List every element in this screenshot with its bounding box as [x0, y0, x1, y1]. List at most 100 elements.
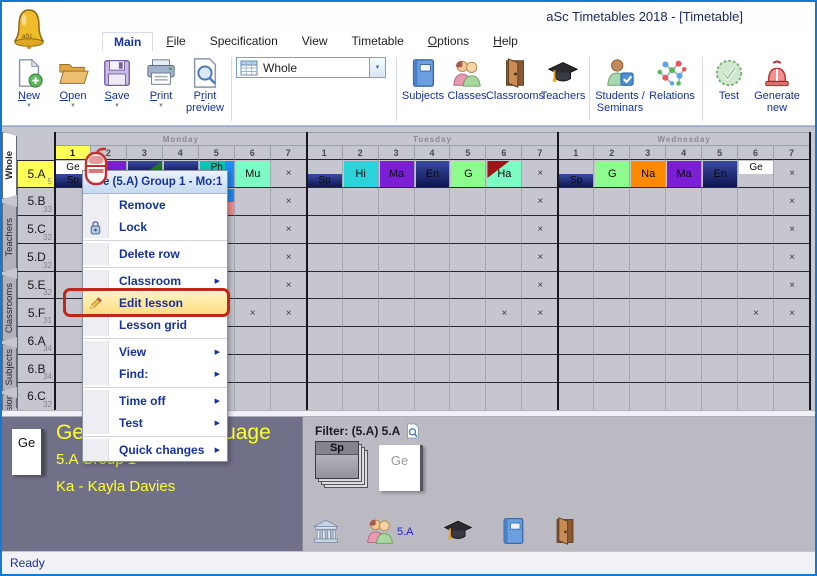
timetable-cell[interactable] — [630, 272, 666, 300]
lesson-card-g[interactable]: G — [451, 161, 485, 187]
row-label-6-a[interactable]: 6.A34 — [17, 327, 55, 355]
menu-item-main[interactable]: Main — [102, 32, 153, 51]
timetable-cell[interactable] — [379, 244, 415, 272]
timetable-cell[interactable] — [594, 244, 630, 272]
period-header-tuesday-2[interactable]: 2 — [343, 146, 379, 160]
lesson-card-ha[interactable]: Ha — [487, 161, 521, 187]
timetable-cell[interactable] — [235, 244, 271, 272]
toolbar-button-classrooms[interactable]: Classrooms — [489, 54, 541, 102]
timetable-cell[interactable] — [450, 383, 486, 410]
blocked-cell[interactable]: × — [774, 272, 810, 300]
period-header-monday-1[interactable]: 1 — [55, 146, 91, 160]
timetable-cell[interactable] — [666, 299, 702, 327]
timetable-cell[interactable] — [450, 272, 486, 300]
timetable-cell[interactable] — [522, 355, 558, 383]
toolbar-button-relations[interactable]: Relations — [646, 54, 698, 102]
period-header-tuesday-6[interactable]: 6 — [486, 146, 522, 160]
period-header-wednesday-2[interactable]: 2 — [594, 146, 630, 160]
timetable-cell[interactable] — [271, 327, 307, 355]
timetable-cell[interactable] — [738, 355, 774, 383]
blocked-cell[interactable]: × — [522, 216, 558, 244]
card-ge[interactable]: Ge — [379, 445, 423, 491]
lesson-card-en[interactable]: En — [416, 161, 450, 187]
timetable-cell[interactable] — [415, 355, 451, 383]
row-label-5-a[interactable]: 5.A5 — [17, 160, 55, 188]
timetable-cell[interactable] — [235, 272, 271, 300]
subjects-icon[interactable] — [498, 516, 528, 546]
sidebar-tab-classrooms[interactable]: Classrooms — [2, 275, 17, 341]
lesson-card-hi[interactable]: Hi — [344, 161, 378, 187]
context-menu-item-lesson-grid[interactable]: Lesson grid — [83, 314, 227, 336]
card-stack-sp[interactable]: Sp — [315, 441, 375, 495]
timetable-cell[interactable] — [666, 272, 702, 300]
timetable-cell[interactable] — [630, 216, 666, 244]
blocked-cell[interactable]: × — [522, 299, 558, 327]
toolbar-button-teachers[interactable]: Teachers — [541, 54, 585, 102]
timetable-cell[interactable] — [702, 244, 738, 272]
timetable-cell[interactable] — [486, 272, 522, 300]
toolbar-button-test[interactable]: Test — [707, 54, 751, 102]
blocked-cell[interactable]: × — [271, 160, 307, 188]
timetable-cell[interactable] — [702, 188, 738, 216]
blocked-cell[interactable]: × — [738, 299, 774, 327]
lesson-card-en[interactable]: En — [703, 161, 737, 187]
context-menu-item-test[interactable]: Test▶ — [83, 412, 227, 434]
timetable-cell[interactable] — [450, 327, 486, 355]
timetable-cell[interactable] — [235, 355, 271, 383]
sidebar-tab-subjects[interactable]: Subjects — [2, 344, 17, 391]
blocked-cell[interactable]: × — [271, 188, 307, 216]
timetable-cell[interactable] — [630, 299, 666, 327]
view-selector[interactable]: Whole▼ — [236, 57, 386, 78]
row-label-5-f[interactable]: 5.F31 — [17, 299, 55, 327]
period-header-tuesday-1[interactable]: 1 — [307, 146, 343, 160]
blocked-cell[interactable]: × — [522, 160, 558, 188]
page-search-icon[interactable] — [405, 422, 420, 440]
dropdown-caret-icon[interactable]: ▼ — [26, 103, 32, 109]
timetable-cell[interactable] — [307, 244, 343, 272]
blocked-cell[interactable]: × — [774, 160, 810, 188]
timetable-cell[interactable] — [774, 383, 810, 410]
timetable-cell[interactable] — [235, 383, 271, 410]
blocked-cell[interactable]: × — [522, 272, 558, 300]
teachers-icon[interactable] — [443, 516, 473, 546]
blocked-cell[interactable]: × — [271, 244, 307, 272]
timetable-cell[interactable] — [666, 188, 702, 216]
row-label-5-b[interactable]: 5.B33 — [17, 188, 55, 216]
timetable-cell[interactable] — [307, 327, 343, 355]
timetable-cell[interactable] — [486, 327, 522, 355]
timetable-cell[interactable] — [666, 216, 702, 244]
row-label-6-c[interactable]: 6.C32 — [17, 383, 55, 410]
timetable-cell[interactable] — [738, 188, 774, 216]
toolbar-button-subjects[interactable]: Subjects — [401, 54, 445, 102]
timetable-cell[interactable] — [486, 244, 522, 272]
timetable-cell[interactable] — [738, 216, 774, 244]
timetable-cell[interactable] — [558, 188, 594, 216]
timetable-cell[interactable] — [774, 327, 810, 355]
blocked-cell[interactable]: × — [774, 216, 810, 244]
timetable-cell[interactable] — [343, 299, 379, 327]
timetable-cell[interactable] — [415, 244, 451, 272]
timetable-cell[interactable] — [594, 383, 630, 410]
menu-item-timetable[interactable]: Timetable — [341, 32, 415, 50]
toolbar-button-open[interactable]: Open▼ — [51, 54, 95, 109]
menu-item-help[interactable]: Help — [482, 32, 529, 50]
lesson-card-na[interactable]: Na — [631, 161, 665, 187]
timetable-cell[interactable] — [594, 327, 630, 355]
timetable-cell[interactable] — [379, 272, 415, 300]
timetable-cell[interactable] — [415, 188, 451, 216]
timetable-cell[interactable] — [702, 272, 738, 300]
dropdown-caret-icon[interactable]: ▼ — [114, 103, 120, 109]
timetable-cell[interactable] — [415, 272, 451, 300]
timetable-cell[interactable] — [486, 188, 522, 216]
timetable-cell[interactable] — [415, 383, 451, 410]
timetable-cell[interactable] — [379, 383, 415, 410]
timetable-cell[interactable] — [558, 272, 594, 300]
timetable-cell[interactable] — [738, 244, 774, 272]
timetable-cell[interactable] — [630, 355, 666, 383]
timetable-cell[interactable] — [630, 188, 666, 216]
timetable-cell[interactable] — [379, 355, 415, 383]
timetable-cell[interactable] — [666, 383, 702, 410]
toolbar-button-generate-new[interactable]: Generate new — [751, 54, 803, 114]
timetable-cell[interactable] — [415, 216, 451, 244]
row-label-5-c[interactable]: 5.C32 — [17, 216, 55, 244]
